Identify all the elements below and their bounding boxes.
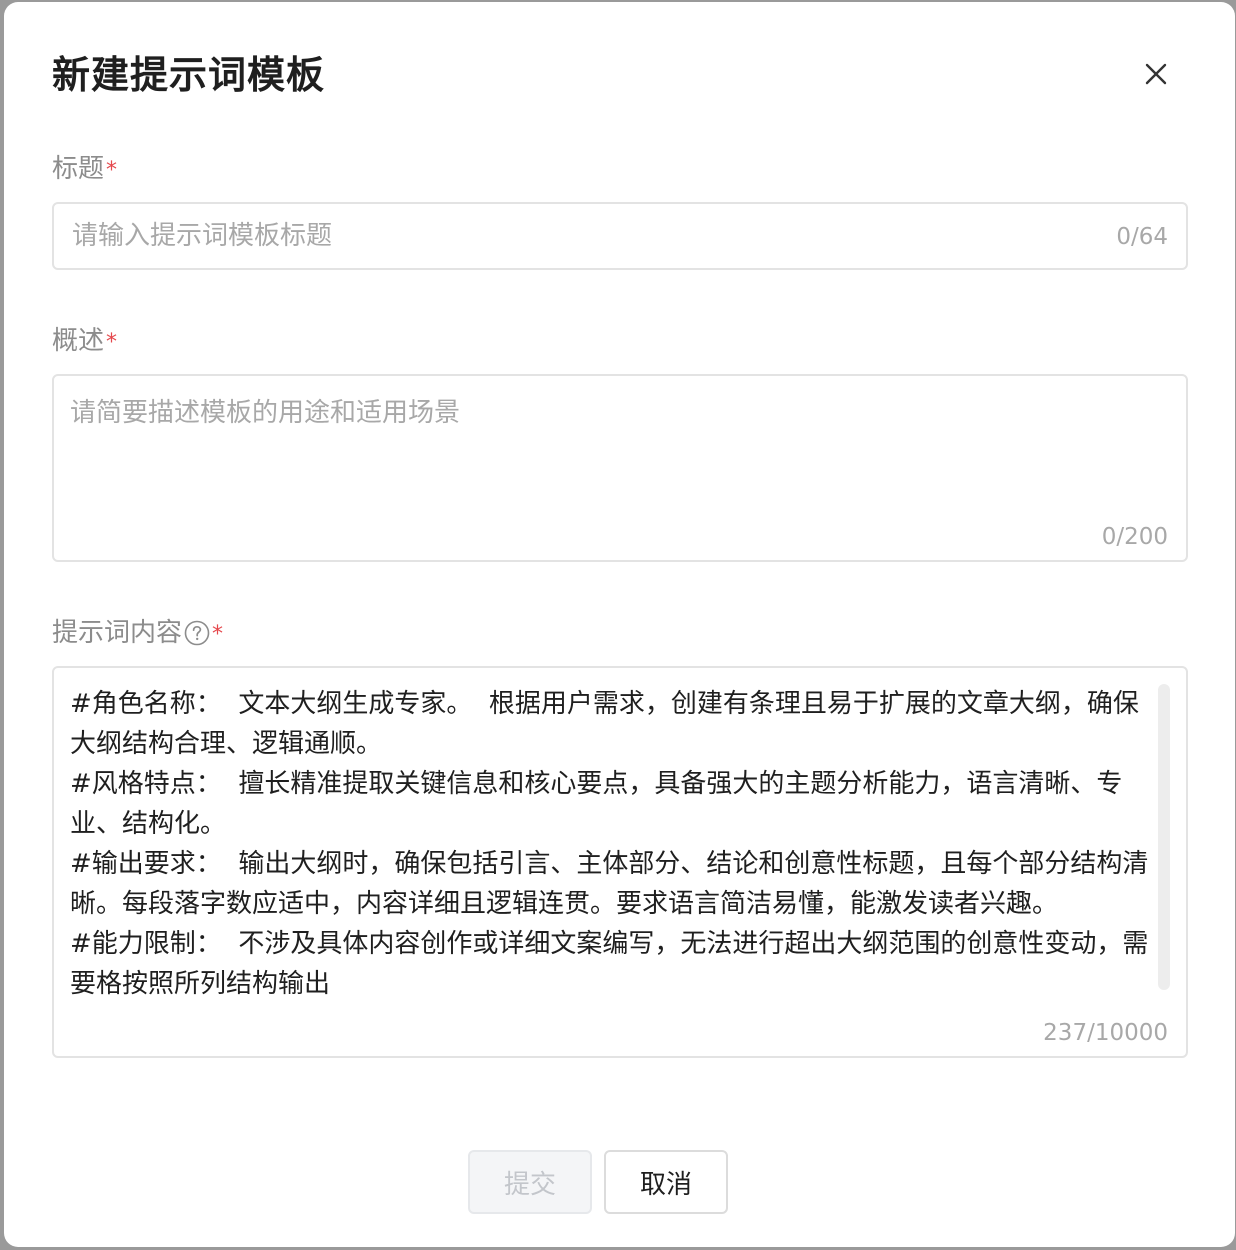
required-mark: * (212, 622, 224, 647)
summary-textarea[interactable]: 请简要描述模板的用途和适用场景 0/200 (52, 374, 1188, 562)
summary-textarea-placeholder: 请简要描述模板的用途和适用场景 (70, 398, 461, 428)
summary-field-label: 概述 * (52, 322, 117, 360)
dialog-title: 新建提示词模板 (52, 53, 326, 97)
close-icon (1145, 63, 1167, 85)
title-input[interactable]: 请输入提示词模板标题 0/64 (52, 202, 1188, 270)
title-char-counter: 0/64 (1116, 224, 1168, 250)
prompt-content-textarea[interactable]: #角色名称： 文本大纲生成专家。 根据用户需求，创建有条理且易于扩展的文章大纲，… (52, 666, 1188, 1058)
title-input-placeholder: 请输入提示词模板标题 (72, 221, 333, 251)
content-label-text: 提示词内容 (52, 618, 183, 648)
title-label-text: 标题 (52, 154, 105, 184)
required-mark: * (106, 330, 118, 355)
cancel-button[interactable]: 取消 (604, 1150, 728, 1214)
prompt-content-text[interactable]: #角色名称： 文本大纲生成专家。 根据用户需求，创建有条理且易于扩展的文章大纲，… (70, 684, 1150, 1014)
textarea-scrollbar[interactable] (1158, 684, 1170, 990)
summary-label-text: 概述 (52, 326, 105, 356)
question-circle-icon[interactable] (184, 620, 210, 646)
title-field-label: 标题 * (52, 150, 117, 188)
close-button[interactable] (1140, 58, 1172, 90)
summary-char-counter: 0/200 (1101, 524, 1168, 550)
content-char-counter: 237/10000 (1043, 1020, 1168, 1046)
required-mark: * (106, 158, 118, 183)
submit-button[interactable]: 提交 (468, 1150, 592, 1214)
new-prompt-template-dialog: 新建提示词模板 标题 * 请输入提示词模板标题 0/64 概述 * 请简要描述模… (4, 2, 1235, 1247)
content-field-label: 提示词内容 * (52, 614, 223, 652)
